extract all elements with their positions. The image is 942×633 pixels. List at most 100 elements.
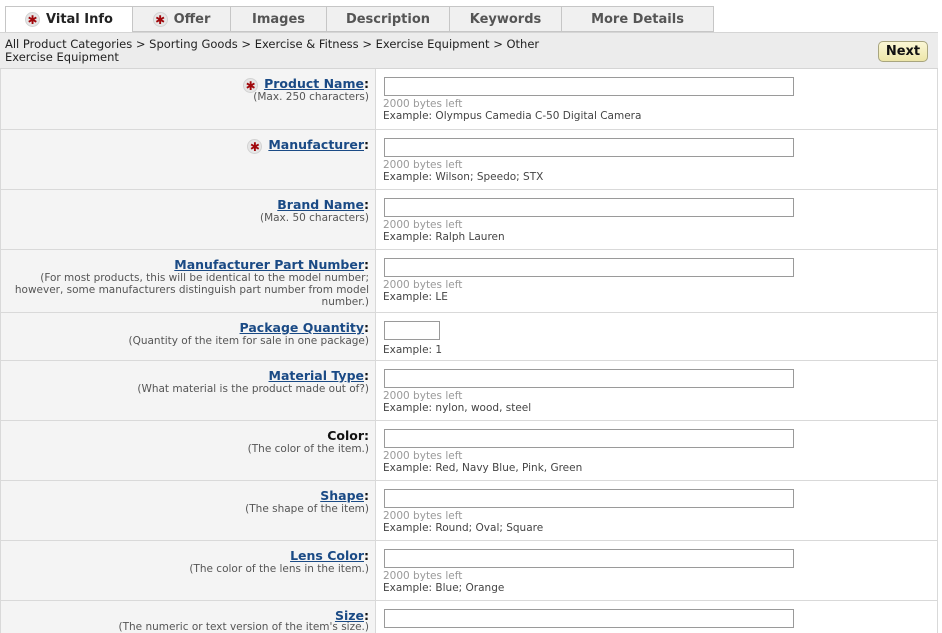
field-row-lens-color: Lens Color: (The color of the lens in th… <box>0 541 938 601</box>
field-example: Example: LE <box>383 291 448 303</box>
input-cell: 2000 bytes left Example: Wilson; Speedo;… <box>376 130 937 189</box>
field-row-material-type: Material Type: (What material is the pro… <box>0 361 938 421</box>
field-row-manufacturer: ✱ Manufacturer: 2000 bytes left Example: … <box>0 130 938 190</box>
field-hint: (Max. 50 characters) <box>259 212 369 224</box>
tab-label: Offer <box>173 11 211 27</box>
label-cell: Color: (The color of the item.) <box>1 421 376 480</box>
next-button[interactable]: Next <box>878 41 928 62</box>
part-number-help-link[interactable]: Manufacturer Part Number <box>174 257 364 272</box>
input-cell: 2000 bytes left Example: Red, Navy Blue,… <box>376 421 937 480</box>
label-cell: Manufacturer Part Number: (For most prod… <box>1 250 376 312</box>
input-cell: 2000 bytes left Example: Round; Oval; Sq… <box>376 481 937 540</box>
package-quantity-help-link[interactable]: Package Quantity <box>240 320 364 335</box>
product-name-input[interactable] <box>384 77 794 96</box>
label-cell: Lens Color: (The color of the lens in th… <box>1 541 376 600</box>
part-number-input[interactable] <box>384 258 794 277</box>
breadcrumb-line-2: Exercise Equipment <box>5 50 119 64</box>
required-icon: ✱ <box>25 12 41 27</box>
required-icon: ✱ <box>247 139 263 154</box>
field-label: Shape: <box>320 488 369 503</box>
bytes-left: 2000 bytes left <box>383 390 463 402</box>
field-example: Example: 1 <box>383 344 443 356</box>
tab-description[interactable]: Description <box>327 6 450 32</box>
label-cell: Shape: (The shape of the item) <box>1 481 376 540</box>
input-cell: 2000 bytes left Example: Ralph Lauren <box>376 190 937 249</box>
bytes-left: 2000 bytes left <box>383 159 463 171</box>
field-label: Material Type: <box>268 368 369 383</box>
shape-input[interactable] <box>384 489 794 508</box>
tab-label: Images <box>251 11 305 27</box>
lens-color-input[interactable] <box>384 549 794 568</box>
bytes-left: 2000 bytes left <box>383 450 463 462</box>
bytes-left: 2000 bytes left <box>383 98 463 110</box>
field-hint: (The color of the lens in the item.) <box>189 563 369 575</box>
label-cell: Package Quantity: (Quantity of the item … <box>1 313 376 360</box>
bytes-left: 2000 bytes left <box>383 570 463 582</box>
input-cell: 2000 bytes left Example: LE <box>376 250 937 312</box>
input-cell: Example: 1 <box>376 313 937 360</box>
brand-name-help-link[interactable]: Brand Name <box>277 197 364 212</box>
bytes-left: 2000 bytes left <box>383 279 463 291</box>
field-hint: (The color of the item.) <box>247 443 369 455</box>
lens-color-help-link[interactable]: Lens Color <box>290 548 364 563</box>
field-label: Lens Color: <box>290 548 369 563</box>
field-hint: (The shape of the item) <box>245 503 369 515</box>
manufacturer-help-link[interactable]: Manufacturer <box>268 137 364 152</box>
input-cell: 2000 bytes left Example: nylon, wood, st… <box>376 361 937 420</box>
field-example: Example: nylon, wood, steel <box>383 402 532 414</box>
field-label: Brand Name: <box>277 197 369 212</box>
tab-bar: ✱ Vital Info ✱ Offer Images Description … <box>5 6 714 33</box>
breadcrumb-bar: All Product Categories > Sporting Goods … <box>0 32 938 69</box>
input-cell <box>376 601 937 633</box>
field-row-manufacturer-part-number: Manufacturer Part Number: (For most prod… <box>0 250 938 313</box>
field-label: ✱ Manufacturer: <box>247 137 369 154</box>
field-row-color: Color: (The color of the item.) 2000 byt… <box>0 421 938 481</box>
label-cell: Brand Name: (Max. 50 characters) <box>1 190 376 249</box>
add-product-page: ✱ Vital Info ✱ Offer Images Description … <box>0 0 942 633</box>
field-row-shape: Shape: (The shape of the item) 2000 byte… <box>0 481 938 541</box>
input-cell: 2000 bytes left Example: Olympus Camedia… <box>376 69 937 129</box>
material-type-help-link[interactable]: Material Type <box>269 368 364 383</box>
package-quantity-input[interactable] <box>384 321 440 340</box>
field-row-brand-name: Brand Name: (Max. 50 characters) 2000 by… <box>0 190 938 250</box>
color-label: Color <box>327 428 364 443</box>
tab-vital-info[interactable]: ✱ Vital Info <box>5 6 133 33</box>
field-hint: (The numeric or text version of the item… <box>118 621 369 633</box>
field-label: Color: <box>327 428 369 443</box>
field-hint: (What material is the product made out o… <box>137 383 369 395</box>
manufacturer-input[interactable] <box>384 138 794 157</box>
field-hint: (Max. 250 characters) <box>253 91 369 103</box>
material-type-input[interactable] <box>384 369 794 388</box>
field-label: Package Quantity: <box>239 320 369 335</box>
tab-label: Vital Info <box>46 12 113 27</box>
field-hint: (For most products, this will be identic… <box>14 272 369 308</box>
tab-offer[interactable]: ✱ Offer <box>133 6 231 32</box>
field-hint: (Quantity of the item for sale in one pa… <box>128 335 369 347</box>
field-label: Manufacturer Part Number: <box>174 257 369 272</box>
required-icon: ✱ <box>152 11 168 27</box>
field-example: Example: Blue; Orange <box>383 582 505 594</box>
field-row-product-name: ✱ Product Name: (Max. 250 characters) 200… <box>0 69 938 130</box>
product-name-help-link[interactable]: Product Name <box>264 76 364 91</box>
tab-label: Description <box>345 11 431 27</box>
label-cell: Material Type: (What material is the pro… <box>1 361 376 420</box>
label-cell: ✱ Product Name: (Max. 250 characters) <box>1 69 376 129</box>
tab-label: Keywords <box>469 11 542 27</box>
label-cell: Size: (The numeric or text version of th… <box>1 601 376 633</box>
input-cell: 2000 bytes left Example: Blue; Orange <box>376 541 937 600</box>
shape-help-link[interactable]: Shape <box>320 488 364 503</box>
bytes-left: 2000 bytes left <box>383 510 463 522</box>
tab-label: More Details <box>591 11 684 27</box>
field-example: Example: Wilson; Speedo; STX <box>383 171 544 183</box>
field-example: Example: Round; Oval; Square <box>383 522 544 534</box>
color-input[interactable] <box>384 429 794 448</box>
tab-keywords[interactable]: Keywords <box>450 6 562 32</box>
size-input[interactable] <box>384 609 794 628</box>
bytes-left: 2000 bytes left <box>383 219 463 231</box>
field-row-package-quantity: Package Quantity: (Quantity of the item … <box>0 313 938 361</box>
brand-name-input[interactable] <box>384 198 794 217</box>
label-cell: ✱ Manufacturer: <box>1 130 376 189</box>
tab-images[interactable]: Images <box>231 6 327 32</box>
tab-more-details[interactable]: More Details <box>562 6 714 32</box>
field-example: Example: Olympus Camedia C-50 Digital Ca… <box>383 110 642 122</box>
